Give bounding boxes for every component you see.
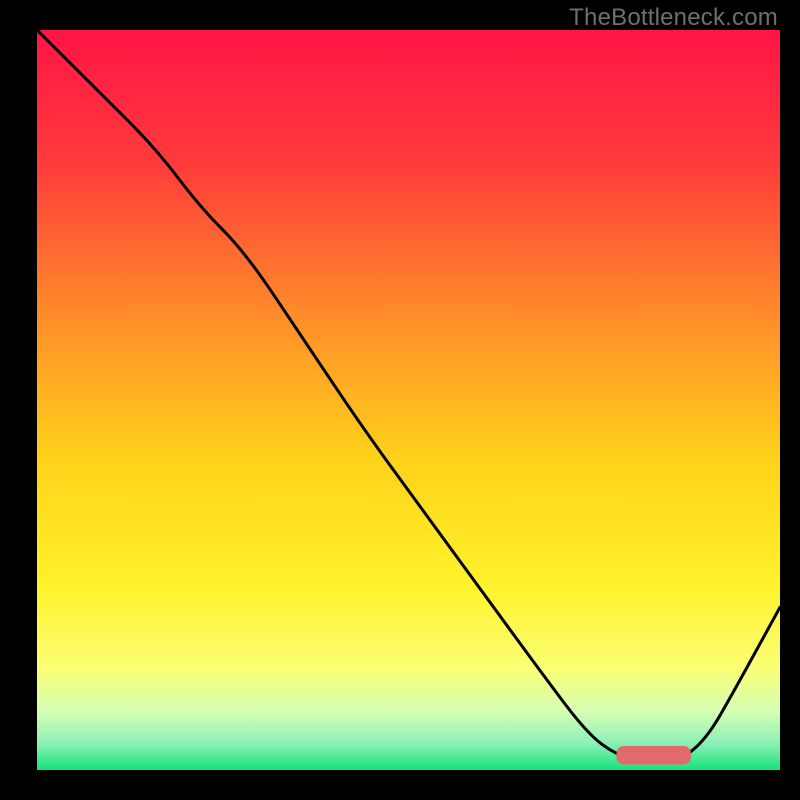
watermark-text: TheBottleneck.com [569,4,778,32]
chart-frame: TheBottleneck.com [0,0,800,800]
chart-svg [37,30,780,770]
optimal-range-marker [617,746,691,765]
plot-area [37,30,780,770]
